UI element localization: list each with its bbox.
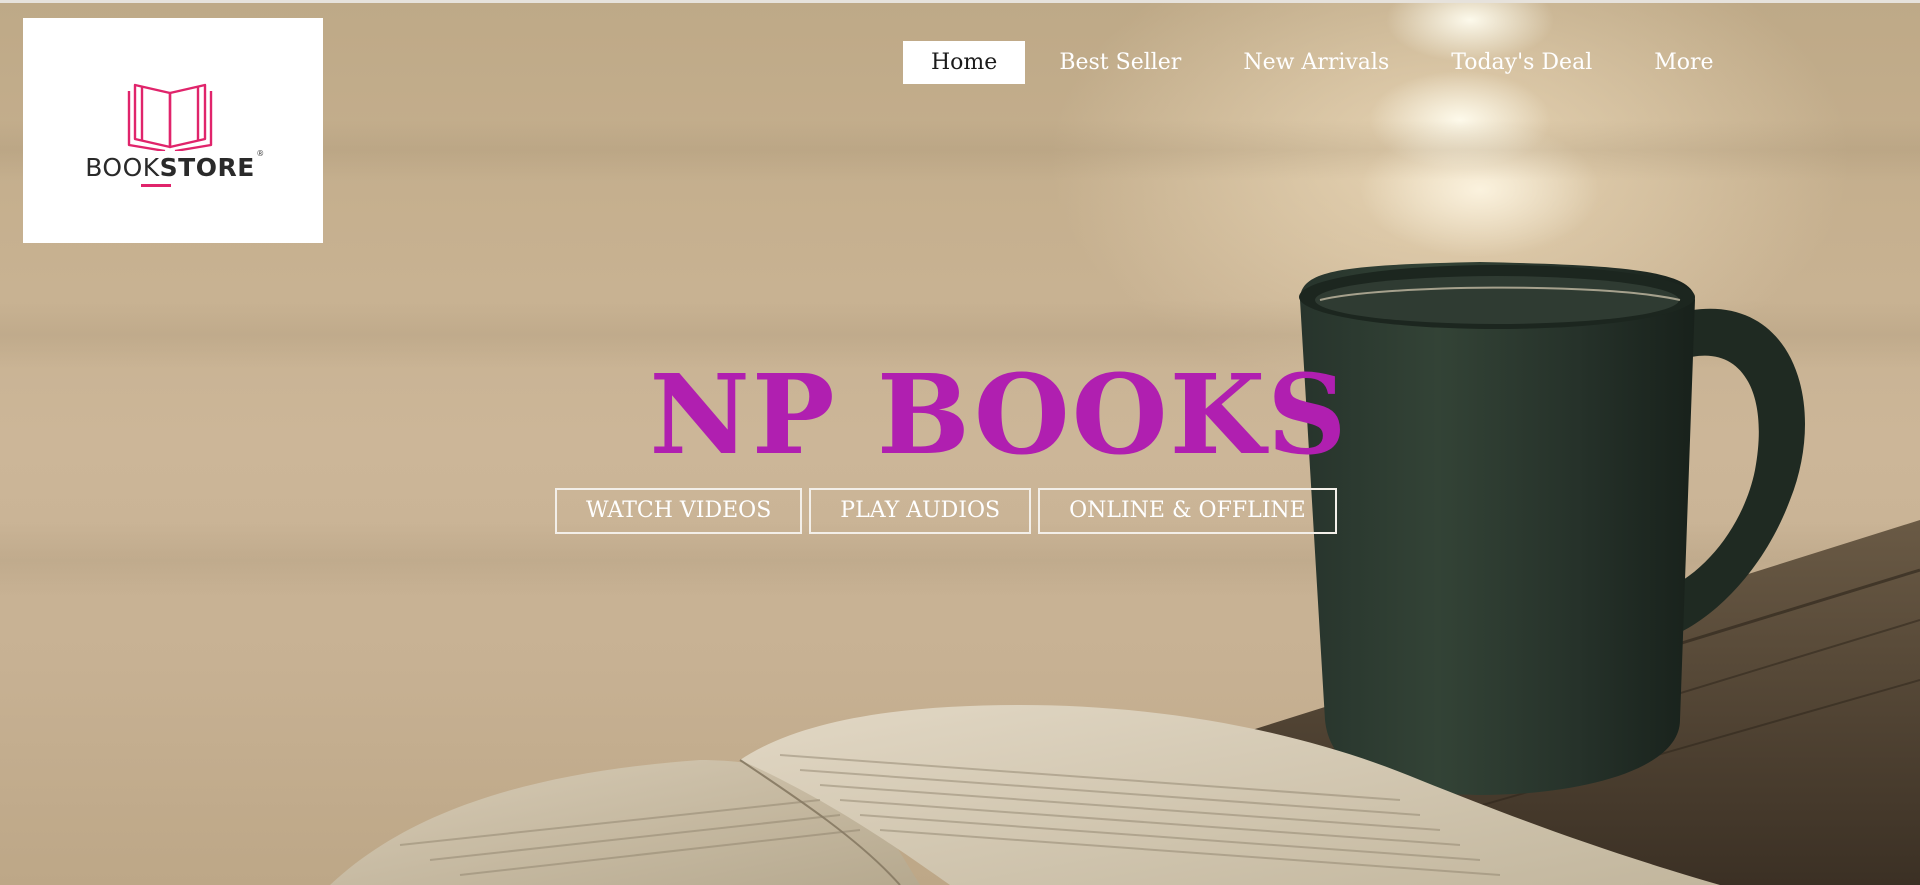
hero-title: NP BOOKS	[649, 350, 1349, 479]
nav-item-best-seller[interactable]: Best Seller	[1031, 41, 1209, 84]
logo-underline	[140, 183, 171, 187]
logo-wordmark: BOOKSTORE ®	[85, 149, 264, 182]
nav-item-todays-deal[interactable]: Today's Deal	[1423, 41, 1620, 84]
nav-item-more[interactable]: More	[1626, 41, 1741, 84]
hero-button-group: WATCH VIDEOS PLAY AUDIOS ONLINE & OFFLIN…	[555, 488, 1344, 534]
top-rule	[0, 0, 1920, 3]
open-book-icon	[127, 83, 213, 151]
play-audios-button[interactable]: PLAY AUDIOS	[809, 488, 1032, 534]
logo-word-bold: STORE	[159, 152, 255, 182]
main-nav: Home Best Seller New Arrivals Today's De…	[903, 41, 1748, 84]
nav-item-new-arrivals[interactable]: New Arrivals	[1215, 41, 1417, 84]
logo-word-light: BOOK	[85, 152, 160, 182]
online-offline-button[interactable]: ONLINE & OFFLINE	[1038, 488, 1337, 534]
bookstore-logo[interactable]: BOOKSTORE ®	[23, 18, 323, 243]
registered-mark: ®	[256, 148, 265, 158]
watch-videos-button[interactable]: WATCH VIDEOS	[555, 488, 803, 534]
nav-item-home[interactable]: Home	[903, 41, 1026, 84]
